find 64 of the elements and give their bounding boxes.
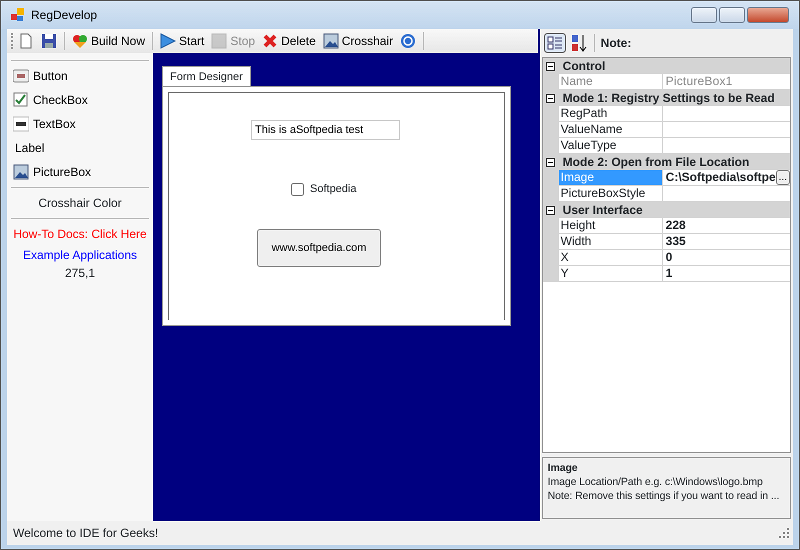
property-grid[interactable] [542,57,791,453]
coordinates-text: 275,1 [64,265,96,282]
categorized-view-icon[interactable] [544,33,566,53]
sort-icon[interactable] [570,33,588,53]
window-title: RegDevelop [31,7,98,24]
ellipsis-button[interactable]: ... [776,170,790,185]
help-icon [400,33,416,49]
property-value[interactable]: 0 [662,250,790,266]
checkbox-label: Softpedia [310,182,356,197]
collapse-icon[interactable] [546,158,555,166]
note-label: Note: [600,35,632,52]
hearts-icon [72,33,88,49]
textbox-icon [13,116,29,132]
delete-icon [262,33,278,49]
crosshair-button[interactable]: Crosshair [320,31,396,51]
checkbox-icon [13,92,29,108]
picture-icon [13,164,29,180]
collapse-icon[interactable] [546,94,555,102]
collapse-icon[interactable] [546,206,555,214]
save-icon [41,33,57,49]
docs-link[interactable]: How-To Docs: Click Here [11,222,149,243]
property-name[interactable]: Y [558,266,663,282]
property-value[interactable]: 1 [662,266,790,282]
category-header: Control [562,58,606,75]
toolbox-item[interactable]: TextBox [11,112,149,136]
toolbox-item[interactable]: CheckBox [11,88,149,112]
maximize-button[interactable] [719,7,745,23]
start-button[interactable]: Start [158,31,206,51]
property-value[interactable]: 335 [662,234,790,250]
help-text: Note: Remove this settings if you want to read in ... [548,489,780,503]
checkbox[interactable] [291,182,304,196]
collapse-icon[interactable] [546,62,555,70]
save-button[interactable] [39,32,59,50]
category-header: Mode 1: Registry Settings to be Read [562,90,775,107]
document-icon [18,33,34,49]
property-value[interactable]: C:\Softpedia\softpe ... [662,170,790,186]
property-name[interactable]: Width [558,234,663,250]
property-name[interactable]: X [558,250,663,266]
resize-grip-icon[interactable] [779,528,789,538]
property-name[interactable]: RegPath [558,106,663,122]
picture-icon [322,33,339,49]
property-value[interactable]: 228 [662,218,790,234]
button-control-icon [13,68,29,84]
delete-button[interactable]: Delete [260,31,318,51]
toolbox-item[interactable]: Label [11,136,149,160]
property-name[interactable]: Height [558,218,663,234]
sample-button[interactable]: www.softpedia.com [257,229,381,267]
play-icon [160,33,176,49]
text-field[interactable]: This is aSoftpedia test [251,120,400,140]
toolbox-item[interactable]: Button [11,64,149,88]
toolbox-item[interactable]: PictureBox [11,160,149,184]
build-button[interactable]: Build Now [70,31,148,51]
app-icon [11,8,25,22]
crosshair-color-label[interactable]: Crosshair Color [11,191,149,215]
stop-icon [211,33,228,49]
category-header: Mode 2: Open from File Location [562,154,750,171]
help-title: Image [548,461,579,475]
help-text: Image Location/Path e.g. c:\Windows\logo.bmp [548,475,764,489]
category-header: User Interface [562,202,643,219]
designer-tab[interactable]: Form Designer [162,66,251,88]
status-text: Welcome to IDE for Geeks! [13,525,158,542]
property-name[interactable]: ValueName [558,122,663,138]
minimize-button[interactable] [691,7,717,23]
examples-link[interactable]: Example Applications [11,243,149,264]
